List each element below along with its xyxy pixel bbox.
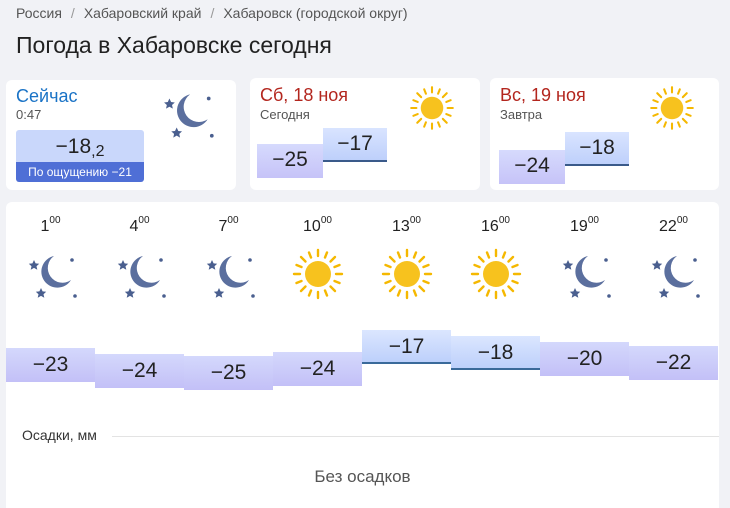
tomorrow-max-temp: −18 — [565, 132, 629, 166]
hour-value: 13 — [392, 218, 410, 235]
hour-value: 22 — [659, 218, 677, 235]
moon-stars-icon — [164, 94, 214, 138]
precipitation-label: Осадки, мм — [22, 427, 97, 443]
breadcrumb-separator: / — [70, 5, 75, 21]
hour-label: 2200 — [644, 215, 704, 236]
hourly-temperature: −24 — [95, 354, 184, 388]
hourly-temperature: −17 — [362, 330, 451, 364]
hour-label: 100 — [21, 215, 81, 236]
precipitation-value: Без осадков — [314, 467, 411, 486]
today-day: Сб, — [260, 85, 289, 105]
hourly-temperature: −23 — [6, 348, 95, 382]
hour-label: 1600 — [466, 215, 526, 236]
minute-value: 00 — [227, 215, 239, 226]
feels-like: По ощущению −21 — [16, 162, 144, 182]
minute-value: 00 — [676, 215, 688, 226]
page-title: Погода в Хабаровске сегодня — [16, 32, 332, 58]
tomorrow-date: 19 ноя — [531, 85, 586, 105]
hourly-forecast-card: 100 −23 400 −24 700 −25 1000 −24 1300 −17 1600 −18 1… — [6, 202, 719, 508]
sun-icon — [292, 248, 343, 300]
sun-icon — [470, 248, 521, 300]
sun-icon — [381, 248, 432, 300]
minute-value: 00 — [49, 215, 61, 226]
current-weather-card[interactable]: Сейчас 0:47 −18,2 По ощущению −21 — [6, 80, 236, 190]
hour-label: 1000 — [288, 215, 348, 236]
hourly-temperature: −24 — [273, 352, 362, 386]
moon-stars-icon — [651, 256, 700, 298]
today-heading: Сб, 18 ноя — [260, 85, 348, 106]
moon-stars-icon — [206, 256, 255, 298]
today-card[interactable]: Сб, 18 ноя Сегодня −25 −17 — [250, 78, 480, 190]
hour-label: 1300 — [377, 215, 437, 236]
hour-value: 10 — [303, 218, 321, 235]
minute-value: 00 — [409, 215, 421, 226]
breadcrumb-link-khabarovsk-krai[interactable]: Хабаровский край — [84, 5, 202, 21]
minute-value: 00 — [138, 215, 150, 226]
moon-stars-icon — [117, 256, 166, 298]
hour-label: 700 — [199, 215, 259, 236]
moon-stars-icon — [28, 256, 77, 298]
today-subtitle: Сегодня — [260, 107, 310, 122]
current-temperature-decimal: ,2 — [91, 143, 105, 160]
breadcrumb-link-khabarovsk-city[interactable]: Хабаровск (городской округ) — [223, 5, 407, 21]
hourly-temperature: −18 — [451, 336, 540, 370]
current-temperature-box: −18,2 По ощущению −21 — [16, 130, 144, 182]
breadcrumb-link-russia[interactable]: Россия — [16, 5, 62, 21]
tomorrow-min-temp: −24 — [499, 150, 565, 184]
hourly-temperature: −22 — [629, 346, 718, 380]
sun-icon — [410, 86, 454, 130]
tomorrow-day: Вс, — [500, 85, 527, 105]
hour-label: 400 — [110, 215, 170, 236]
minute-value: 00 — [587, 215, 599, 226]
minute-value: 00 — [320, 215, 332, 226]
current-temperature: −18,2 — [16, 130, 144, 162]
hour-label: 1900 — [555, 215, 615, 236]
hour-value: 16 — [481, 218, 499, 235]
hour-value: 19 — [570, 218, 588, 235]
tomorrow-card[interactable]: Вс, 19 ноя Завтра −24 −18 — [490, 78, 719, 190]
precipitation-divider — [112, 436, 719, 437]
hourly-temperature: −20 — [540, 342, 629, 376]
now-label: Сейчас — [16, 86, 78, 106]
tomorrow-heading: Вс, 19 ноя — [500, 85, 586, 106]
hourly-temperature: −25 — [184, 356, 273, 390]
minute-value: 00 — [498, 215, 510, 226]
today-date: 18 ноя — [293, 85, 349, 105]
current-temperature-main: −18 — [55, 135, 92, 158]
breadcrumb-separator: / — [210, 5, 215, 21]
today-min-temp: −25 — [257, 144, 323, 178]
breadcrumb: Россия / Хабаровский край / Хабаровск (город… — [16, 5, 408, 21]
moon-stars-icon — [562, 256, 611, 298]
today-max-temp: −17 — [323, 128, 387, 162]
tomorrow-subtitle: Завтра — [500, 107, 543, 122]
now-time: 0:47 — [16, 107, 42, 122]
sun-icon — [650, 86, 694, 130]
